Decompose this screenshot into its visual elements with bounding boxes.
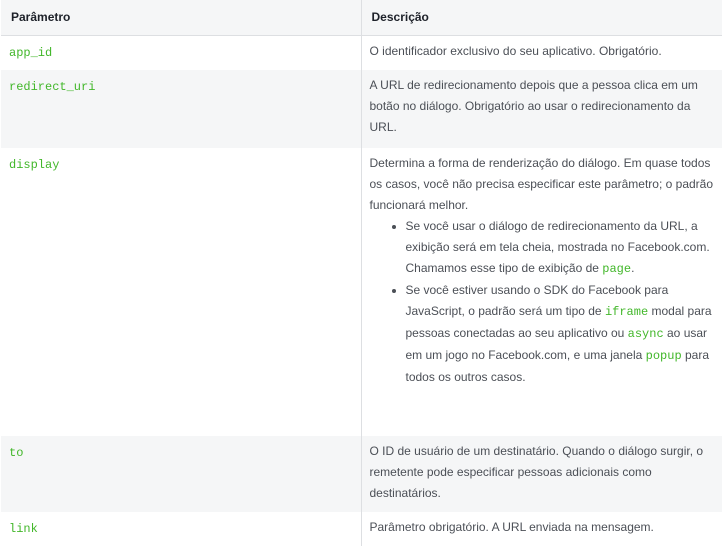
list-item: Se você usar o diálogo de redirecionamen… (406, 216, 715, 280)
table-row: app_id O identificador exclusivo do seu … (1, 35, 722, 70)
code-iframe: iframe (604, 305, 649, 319)
display-options-list: Se você usar o diálogo de redirecionamen… (370, 216, 715, 388)
param-redirect-uri: redirect_uri (9, 80, 96, 94)
param-display: display (9, 158, 60, 172)
desc-cell: O ID de usuário de um destinatário. Quan… (361, 436, 722, 512)
code-page: page (602, 262, 632, 276)
desc-cell: Parâmetro obrigatório. A URL enviada na … (369, 520, 654, 534)
param-cell: redirect_uri (1, 70, 362, 148)
param-cell: to (1, 436, 362, 512)
parameters-table: Parâmetro Descrição app_id O identificad… (1, 0, 722, 546)
param-cell: app_id (1, 35, 362, 70)
header-parametro: Parâmetro (1, 0, 362, 36)
table-row: display Determina a forma de renderizaçã… (1, 148, 722, 436)
header-descricao: Descrição (361, 0, 722, 36)
desc-cell: Determina a forma de renderização do diá… (361, 148, 722, 436)
table-header-row: Parâmetro Descrição (1, 0, 722, 36)
bullet-text: Se você usar o diálogo de redirecionamen… (405, 219, 710, 275)
bullet-text: . (631, 261, 635, 275)
desc-cell: A URL de redirecionamento depois que a p… (361, 70, 722, 148)
param-link: link (9, 522, 38, 536)
list-item: Se você estiver usando o SDK do Facebook… (406, 280, 715, 388)
code-popup: popup (645, 349, 682, 363)
table-row: redirect_uri A URL de redirecionamento d… (1, 70, 722, 148)
table-row: to O ID de usuário de um destinatário. Q… (1, 436, 722, 512)
code-async: async (627, 327, 664, 341)
display-description: Determina a forma de renderização do diá… (369, 156, 714, 212)
param-cell: display (1, 148, 362, 436)
desc-cell: O identificador exclusivo do seu aplicat… (369, 44, 662, 58)
table-row: link Parâmetro obrigatório. A URL enviad… (1, 512, 722, 546)
param-to: to (9, 446, 24, 460)
param-cell: link (1, 512, 362, 546)
param-app-id: app_id (9, 46, 53, 60)
